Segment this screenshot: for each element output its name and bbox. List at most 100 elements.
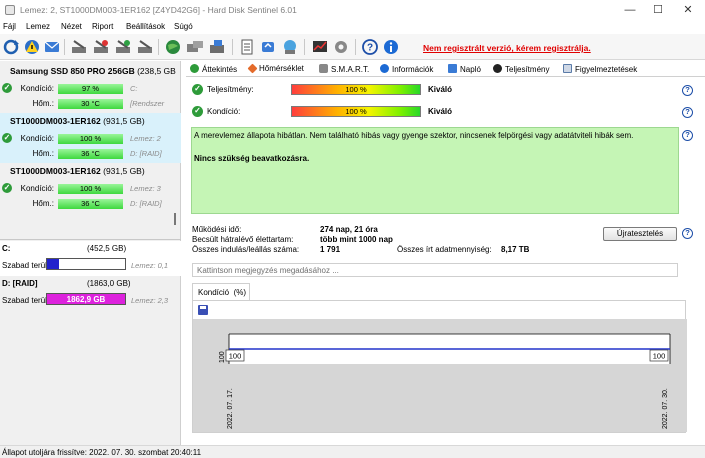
volume-name: C: xyxy=(2,244,11,253)
tab-information[interactable]: Információk xyxy=(380,64,433,74)
close-button[interactable]: ✕ xyxy=(673,0,703,20)
ok-check-icon: ✓ xyxy=(2,83,12,93)
menu-file[interactable]: Fájl xyxy=(3,22,16,31)
disk-size: (238,5 GB xyxy=(137,66,176,76)
save-icon[interactable] xyxy=(198,305,208,315)
note-input[interactable]: Kattintson megjegyzés megadásához ... xyxy=(192,263,678,277)
volume-item-0[interactable]: C: (452,5 GB) Szabad terület 72,1 GB Lem… xyxy=(0,241,181,276)
svg-text:?: ? xyxy=(367,43,373,54)
free-space-value: 72,1 GB xyxy=(71,260,101,269)
tab-condition-chart[interactable]: Kondíció (%) xyxy=(192,283,250,300)
disk-tools-icon[interactable] xyxy=(136,38,154,56)
tab-bar: Áttekintés Hőmérséklet S.M.A.R.T. Inform… xyxy=(186,61,705,77)
remaining-life-value: több mint 1000 nap xyxy=(320,235,393,244)
start-stop-label: Összes indulás/leállás száma: xyxy=(192,245,300,254)
volume-disks: Lemez: 2,3 xyxy=(131,296,169,305)
health-label: Kondíció: xyxy=(207,107,241,116)
performance-row: ✓ Teljesítmény: 100 % Kiváló xyxy=(192,83,702,97)
performance-rating: Kiváló xyxy=(428,85,453,94)
volume-size: (1863,0 GB) xyxy=(87,279,131,288)
tab-performance[interactable]: Teljesítmény xyxy=(493,64,549,74)
globe-icon[interactable] xyxy=(164,38,182,56)
maximize-button[interactable]: ☐ xyxy=(643,0,673,20)
settings-icon[interactable] xyxy=(332,38,350,56)
power-on-value: 274 nap, 21 óra xyxy=(320,225,378,234)
condition-bar: 100 % xyxy=(58,184,123,194)
divider xyxy=(0,239,181,240)
status-text: Állapot utoljára frissítve: 2022. 07. 30… xyxy=(2,448,202,457)
report-icon[interactable] xyxy=(238,38,256,56)
minimize-button[interactable]: — xyxy=(615,0,645,20)
disk-test-icon[interactable] xyxy=(70,38,88,56)
y-tick-label: 100 xyxy=(219,351,226,363)
disk-number: Lemez: 3 xyxy=(130,184,161,193)
disk-ok-icon[interactable] xyxy=(114,38,132,56)
menu-view[interactable]: Nézet xyxy=(61,22,82,31)
free-space-bar: 72,1 GB xyxy=(46,258,126,270)
x-tick-label: 2022. 07. 17. xyxy=(227,388,234,429)
sync-icon[interactable] xyxy=(259,38,277,56)
warning-icon[interactable] xyxy=(23,38,41,56)
chart-tab-bar: Kondíció (%) xyxy=(192,283,702,300)
tab-alerts[interactable]: Figyelmeztetések xyxy=(563,64,637,74)
mail-icon[interactable] xyxy=(43,38,61,56)
total-written-value: 8,17 TB xyxy=(501,245,530,254)
main-panel: Áttekintés Hőmérséklet S.M.A.R.T. Inform… xyxy=(186,61,705,445)
help-icon[interactable]: ? xyxy=(361,38,379,56)
ok-check-icon: ✓ xyxy=(2,183,12,193)
disk-surface-icon[interactable] xyxy=(92,38,110,56)
performance-label: Teljesítmény: xyxy=(207,85,254,94)
disk-item-0[interactable]: Samsung SSD 850 PRO 256GB (238,5 GB ✓ Kon… xyxy=(0,63,181,113)
disk-number: Lemez: 2 xyxy=(130,134,161,143)
help-icon[interactable]: ? xyxy=(682,130,693,141)
free-space-bar: 1862,9 GB xyxy=(46,293,126,305)
disk-name: ST1000DM003-1ER162 xyxy=(10,166,101,176)
health-bar: 100 % xyxy=(291,106,421,117)
temperature-bar: 36 °C xyxy=(58,199,123,209)
info-icon[interactable] xyxy=(382,38,400,56)
disk-list-panel: Samsung SSD 850 PRO 256GB (238,5 GB ✓ Kon… xyxy=(0,61,181,445)
window-title: Lemez: 2, ST1000DM003-1ER162 [Z4YD42G6] … xyxy=(20,5,297,15)
disk-item-1[interactable]: ST1000DM003-1ER162 (931,5 GB) ✓ Kondíció:… xyxy=(0,113,181,163)
ok-check-icon: ✓ xyxy=(192,106,203,117)
x-tick-label: 2022. 07. 30. xyxy=(662,388,669,429)
tab-overview[interactable]: Áttekintés xyxy=(190,64,237,74)
network-icon[interactable] xyxy=(281,38,299,56)
volume-item-1[interactable]: D: [RAID] (1863,0 GB) Szabad terület 186… xyxy=(0,276,181,311)
condition-chart: 100 1001002022. 07. 17. 2022. 07. 30. xyxy=(193,319,687,432)
health-row: ✓ Kondíció: 100 % Kiváló xyxy=(192,105,702,119)
alerts-icon xyxy=(563,64,572,73)
condition-bar: 100 % xyxy=(58,134,123,144)
recommended-action: Nincs szükség beavatkozásra. xyxy=(194,154,310,163)
temperature-label: Hőm.: xyxy=(32,199,54,208)
menu-report[interactable]: Riport xyxy=(92,22,113,31)
help-icon[interactable]: ? xyxy=(682,228,693,239)
disk-size: (931,5 GB) xyxy=(103,166,145,176)
menu-disk[interactable]: Lemez xyxy=(26,22,50,31)
retest-button[interactable]: Újratesztelés xyxy=(603,227,677,241)
menu-help[interactable]: Súgó xyxy=(174,22,193,31)
ok-check-icon: ✓ xyxy=(192,84,203,95)
remaining-life-label: Becsült hátralévő élettartam: xyxy=(192,235,294,244)
splitter-handle[interactable] xyxy=(174,213,176,225)
info-icon xyxy=(380,64,389,73)
disk-transfer-icon[interactable] xyxy=(186,38,204,56)
disk-volume: D: [RAID] xyxy=(130,149,162,158)
copy-disk-icon[interactable] xyxy=(208,38,226,56)
app-icon xyxy=(5,5,15,15)
condition-label: Kondíció: xyxy=(20,184,54,193)
help-icon[interactable]: ? xyxy=(682,85,693,96)
ok-icon xyxy=(190,64,199,73)
menu-settings[interactable]: Beállítások xyxy=(126,22,165,31)
refresh-icon[interactable] xyxy=(2,38,20,56)
chart-icon[interactable] xyxy=(311,38,329,56)
help-icon[interactable]: ? xyxy=(682,107,693,118)
disk-item-2[interactable]: ST1000DM003-1ER162 (931,5 GB) ✓ Kondíció:… xyxy=(0,163,181,213)
tab-temperature[interactable]: Hőmérséklet xyxy=(247,63,304,74)
unregistered-link[interactable]: Nem regisztrált verzió, kérem regisztrál… xyxy=(423,43,591,53)
free-space-value: 1862,9 GB xyxy=(66,295,106,304)
disk-volume: D: [RAID] xyxy=(130,199,162,208)
condition-bar: 97 % xyxy=(58,84,123,94)
tab-smart[interactable]: S.M.A.R.T. xyxy=(319,64,369,74)
tab-log[interactable]: Napló xyxy=(448,64,481,74)
